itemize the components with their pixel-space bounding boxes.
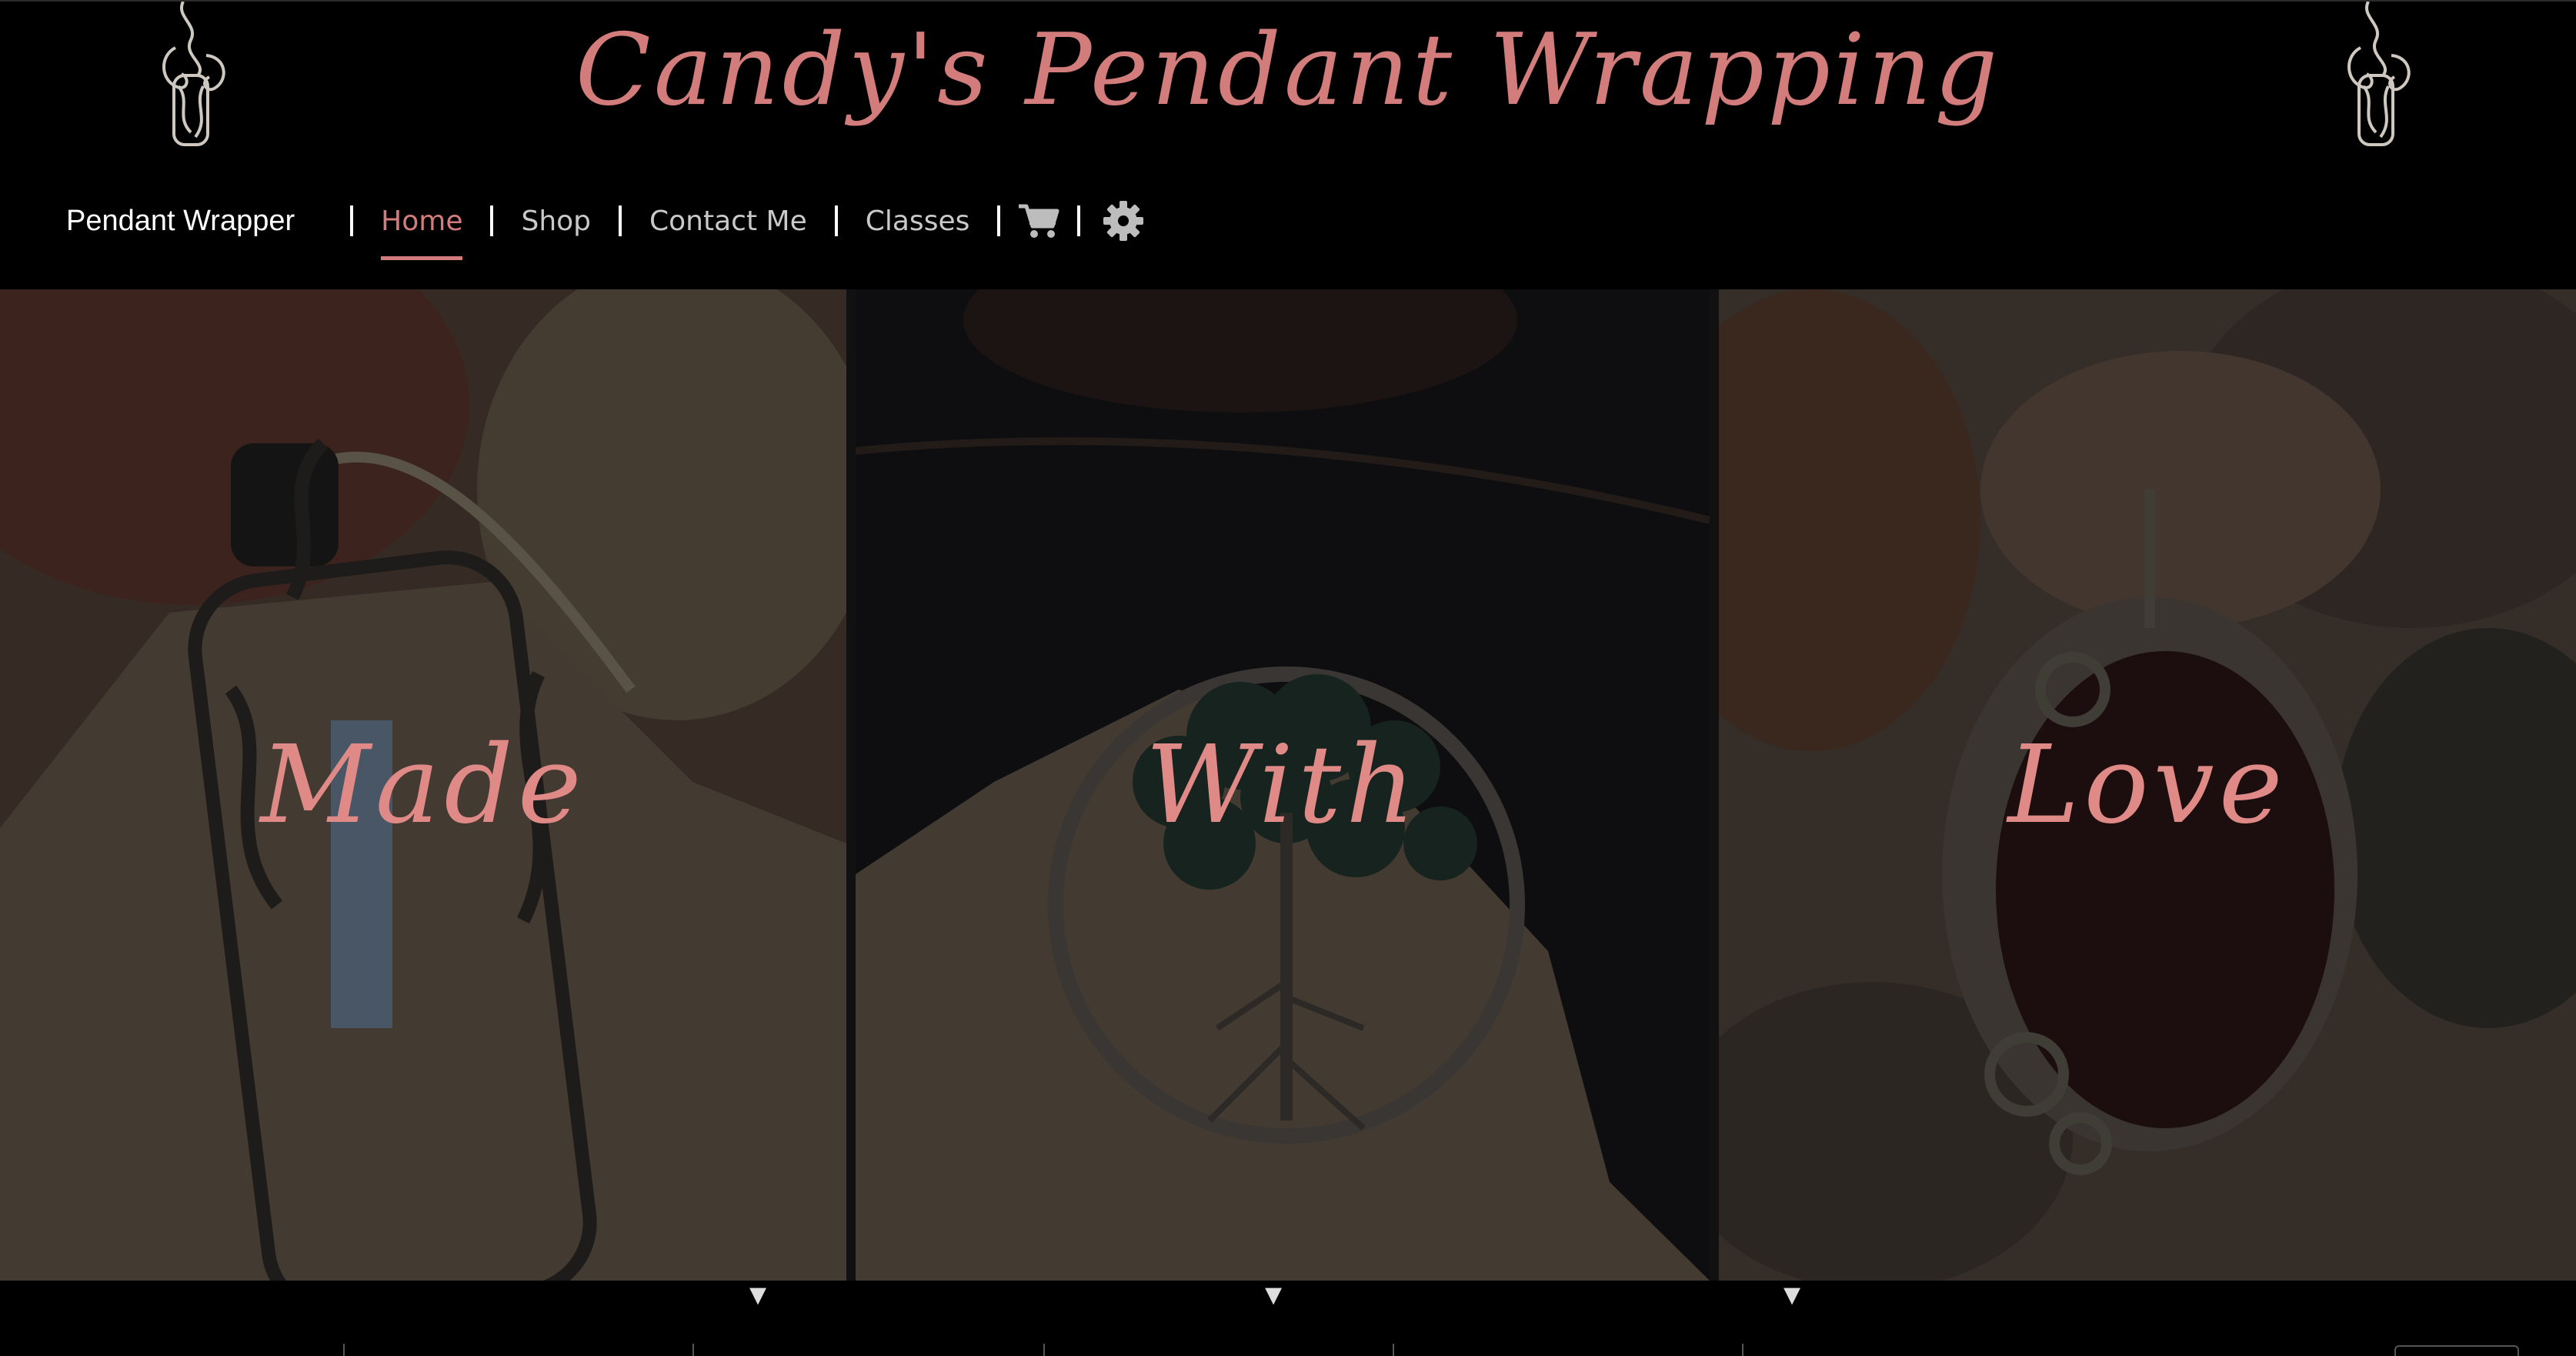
brand-link[interactable]: Pendant Wrapper: [66, 205, 295, 238]
wire-wrapped-pendant-icon: [2347, 2, 2411, 146]
nav-divider: [1077, 205, 1081, 236]
nav-divider: [350, 205, 354, 236]
gear-icon[interactable]: [1100, 198, 1146, 244]
footer-divider: [1742, 1344, 1743, 1356]
nav-divider: [490, 205, 494, 236]
main-nav: Pendant Wrapper Home Shop Contact Me Cla…: [66, 179, 1146, 263]
nav-divider: [997, 205, 1001, 236]
hero-panel-with: With: [856, 289, 1710, 1281]
nav-classes[interactable]: Classes: [866, 205, 970, 237]
nav-home[interactable]: Home: [381, 205, 463, 260]
nav-shop[interactable]: Shop: [521, 205, 591, 237]
footer-widget[interactable]: [2394, 1345, 2519, 1356]
nav-divider: [834, 205, 838, 236]
cart-icon[interactable]: [1016, 198, 1062, 244]
hero-panel-love: Love: [1719, 289, 2576, 1281]
hero-panels: Made With Love: [0, 289, 2576, 1281]
site-footer: ▾ ▾ ▾: [0, 1278, 2576, 1356]
footer-divider: [692, 1344, 694, 1356]
site-header: Candy's Pendant Wrapping Pendant Wrapper…: [0, 0, 2576, 289]
site-title: Candy's Pendant Wrapping: [575, 13, 2001, 128]
footer-social-icon[interactable]: ▾: [1784, 1278, 1800, 1311]
hero-word: Love: [2007, 722, 2287, 848]
nav-contact[interactable]: Contact Me: [649, 205, 807, 237]
footer-divider: [343, 1344, 345, 1356]
nav-divider: [619, 205, 622, 236]
hero-word: With: [1145, 722, 1420, 848]
footer-social-icon[interactable]: ▾: [749, 1278, 766, 1311]
hero-panel-made: Made: [0, 289, 846, 1281]
footer-divider: [1043, 1344, 1045, 1356]
footer-divider: [1393, 1344, 1394, 1356]
footer-social-icon[interactable]: ▾: [1265, 1278, 1282, 1311]
hero-word: Made: [260, 722, 586, 848]
